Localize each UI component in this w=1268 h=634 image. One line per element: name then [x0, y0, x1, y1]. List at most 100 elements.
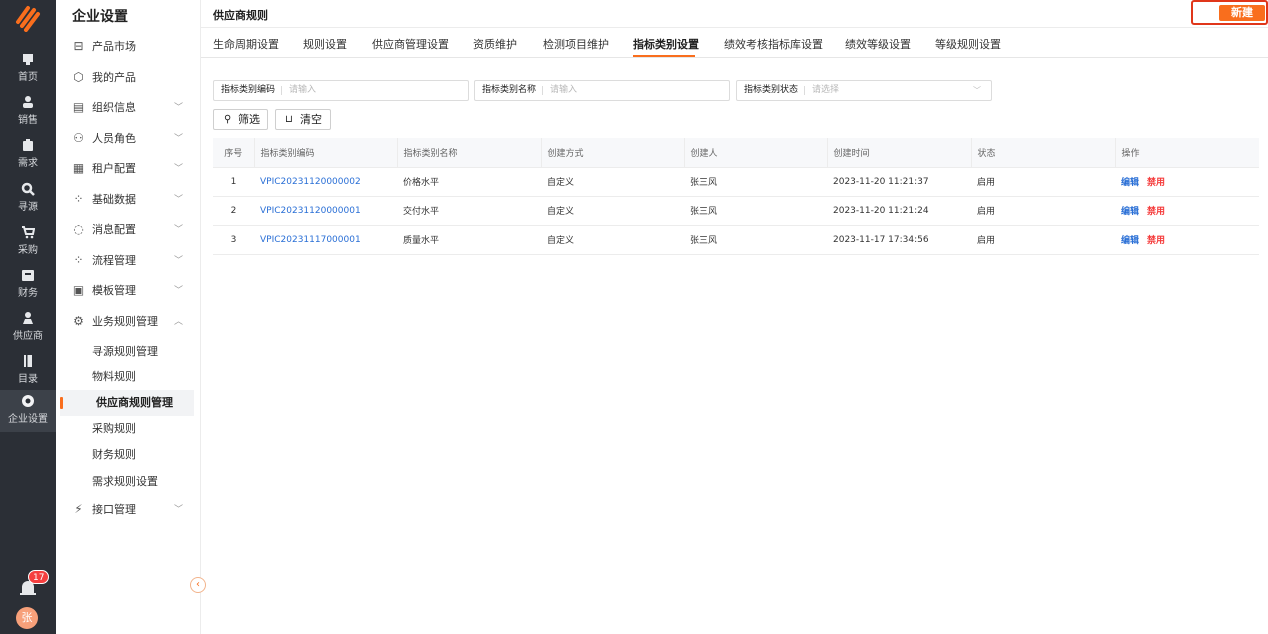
- rail-item-supplier[interactable]: 供应商: [0, 311, 56, 345]
- rail-item-label: 企业设置: [8, 414, 48, 425]
- filter-button[interactable]: ⚲ 筛选: [213, 109, 268, 130]
- sidebar-item-base-data[interactable]: ⁘ 基础数据 ﹀: [56, 188, 201, 212]
- table-header-row: 序号 指标类别编码 指标类别名称 创建方式 创建人 创建时间 状态 操作: [213, 138, 1259, 168]
- sidebar-subitem-purchase-rules[interactable]: 采购规则: [56, 416, 201, 442]
- sidebar-title: 企业设置: [72, 9, 128, 25]
- chevron-down-icon: ﹀: [174, 505, 184, 515]
- disable-link[interactable]: 禁用: [1147, 178, 1165, 188]
- cell-creator: 张三风: [684, 225, 827, 255]
- tab-bar: 生命周期设置 规则设置 供应商管理设置 资质维护 检测项目维护 指标类别设置 绩…: [201, 28, 1268, 58]
- sidebar-subitem-finance-rules[interactable]: 财务规则: [56, 442, 201, 468]
- sidebar-item-product-market[interactable]: ⊟ 产品市场: [56, 35, 201, 59]
- avatar[interactable]: 张: [16, 607, 38, 629]
- category-code-link[interactable]: VPIC20231120000001: [260, 206, 361, 216]
- cell-creator: 张三风: [684, 196, 827, 226]
- tab-performance-grade-settings[interactable]: 绩效等级设置: [845, 36, 911, 52]
- sidebar-item-flow-management[interactable]: ⁘ 流程管理 ﹀: [56, 249, 201, 273]
- filter-category-status: 指标类别状态 请选择 ﹀: [736, 80, 992, 101]
- sidebar-item-template-management[interactable]: ▣ 模板管理 ﹀: [56, 279, 201, 303]
- sidebar-item-label: 基础数据: [92, 193, 136, 206]
- rail-item-sourcing[interactable]: 寻源: [0, 182, 56, 216]
- tab-inspection-item-maintenance[interactable]: 检测项目维护: [543, 36, 609, 52]
- cell-index: 1: [213, 167, 254, 197]
- cell-time: 2023-11-20 11:21:24: [827, 196, 971, 226]
- rail-item-label: 寻源: [18, 202, 38, 213]
- sales-icon: [23, 96, 33, 108]
- disable-link[interactable]: 禁用: [1147, 207, 1165, 217]
- cell-name: 质量水平: [397, 225, 541, 255]
- edit-link[interactable]: 编辑: [1121, 236, 1139, 246]
- tab-lifecycle-settings[interactable]: 生命周期设置: [213, 36, 279, 52]
- global-nav-rail: 首页 销售 需求 寻源 采购 财务 供应商 目录 企业设置 17 张: [0, 0, 56, 634]
- category-code-link[interactable]: VPIC20231117000001: [260, 235, 361, 245]
- column-header-name: 指标类别名称: [396, 138, 541, 168]
- chevron-left-icon: ‹: [196, 579, 200, 590]
- catalog-icon: [24, 355, 32, 367]
- column-header-time: 创建时间: [826, 138, 971, 168]
- filter-divider: [542, 86, 543, 95]
- tab-grade-rule-settings[interactable]: 等级规则设置: [935, 36, 1001, 52]
- column-header-index: 序号: [213, 138, 254, 168]
- rail-item-sales[interactable]: 销售: [0, 95, 56, 129]
- edit-link[interactable]: 编辑: [1121, 178, 1139, 188]
- rail-item-finance[interactable]: 财务: [0, 268, 56, 302]
- rail-item-enterprise-settings[interactable]: 企业设置: [0, 390, 56, 432]
- rail-item-demand[interactable]: 需求: [0, 138, 56, 172]
- new-button[interactable]: 新建: [1219, 5, 1265, 21]
- sidebar-item-label: 租户配置: [92, 162, 136, 175]
- rail-item-purchase[interactable]: 采购: [0, 225, 56, 259]
- sidebar-item-my-products[interactable]: ⬡ 我的产品: [56, 66, 201, 90]
- chevron-down-icon: ﹀: [174, 256, 184, 266]
- sidebar-item-label: 我的产品: [92, 71, 136, 84]
- sidebar-item-label: 人员角色: [92, 132, 136, 145]
- sidebar-subitem-material-rules[interactable]: 物料规则: [56, 364, 201, 390]
- sidebar-subitem-supplier-rules[interactable]: 供应商规则管理: [60, 390, 194, 416]
- rail-item-home[interactable]: 首页: [0, 52, 56, 86]
- settings-icon: [22, 395, 34, 407]
- sourcing-icon: [21, 182, 35, 196]
- category-code-link[interactable]: VPIC20231120000002: [260, 177, 361, 187]
- rail-item-label: 供应商: [13, 331, 43, 342]
- category-name-input[interactable]: 请输入: [550, 81, 577, 100]
- flow-icon: ⁘: [73, 253, 84, 267]
- sidebar-item-api-management[interactable]: ⚡ 接口管理 ﹀: [56, 498, 201, 522]
- supplier-icon: [23, 312, 33, 324]
- home-icon: [23, 54, 33, 65]
- sidebar-item-business-rules[interactable]: ⚙ 业务规则管理 ︿: [56, 310, 201, 334]
- sidebar-item-message-config[interactable]: ◌ 消息配置 ﹀: [56, 218, 201, 242]
- sidebar-subitem-label: 供应商规则管理: [96, 396, 173, 409]
- page-title: 供应商规则: [213, 9, 268, 22]
- sidebar-item-people-roles[interactable]: ⚇ 人员角色 ﹀: [56, 127, 201, 151]
- finance-icon: [22, 270, 34, 281]
- sidebar-subitem-sourcing-rules[interactable]: 寻源规则管理: [56, 339, 201, 365]
- tab-qualification-maintenance[interactable]: 资质维护: [473, 36, 517, 52]
- rail-item-label: 目录: [18, 374, 38, 385]
- category-status-select[interactable]: 请选择: [812, 81, 839, 100]
- filter-button-label: 筛选: [238, 113, 260, 126]
- tab-indicator-category-settings[interactable]: 指标类别设置: [633, 36, 699, 52]
- sidebar-item-label: 业务规则管理: [92, 315, 158, 328]
- cell-time: 2023-11-17 17:34:56: [827, 225, 971, 255]
- clear-basket-icon: ⊔: [285, 114, 293, 125]
- disable-link[interactable]: 禁用: [1147, 236, 1165, 246]
- cell-time: 2023-11-20 11:21:37: [827, 167, 971, 197]
- people-icon: ⚇: [73, 131, 84, 145]
- cell-status: 启用: [971, 167, 1115, 197]
- indicator-category-table: 序号 指标类别编码 指标类别名称 创建方式 创建人 创建时间 状态 操作 1 V…: [213, 138, 1259, 255]
- tab-supplier-management-settings[interactable]: 供应商管理设置: [372, 36, 449, 52]
- active-indicator: [60, 397, 63, 409]
- sidebar-item-tenant-config[interactable]: ▦ 租户配置 ﹀: [56, 157, 201, 181]
- column-header-method: 创建方式: [540, 138, 684, 168]
- tab-rule-settings[interactable]: 规则设置: [303, 36, 347, 52]
- category-code-input[interactable]: 请输入: [289, 81, 316, 100]
- sidebar-item-org-info[interactable]: ▤ 组织信息 ﹀: [56, 96, 201, 120]
- tab-performance-indicator-library[interactable]: 绩效考核指标库设置: [724, 36, 823, 52]
- edit-link[interactable]: 编辑: [1121, 207, 1139, 217]
- sidebar-subitem-demand-rules[interactable]: 需求规则设置: [56, 469, 201, 495]
- data-icon: ⁘: [73, 192, 84, 206]
- clear-button[interactable]: ⊔ 清空: [275, 109, 331, 130]
- search-icon: ⚲: [224, 114, 232, 125]
- chevron-down-icon: ﹀: [973, 86, 981, 95]
- column-header-code: 指标类别编码: [253, 138, 397, 168]
- rail-item-catalog[interactable]: 目录: [0, 354, 56, 388]
